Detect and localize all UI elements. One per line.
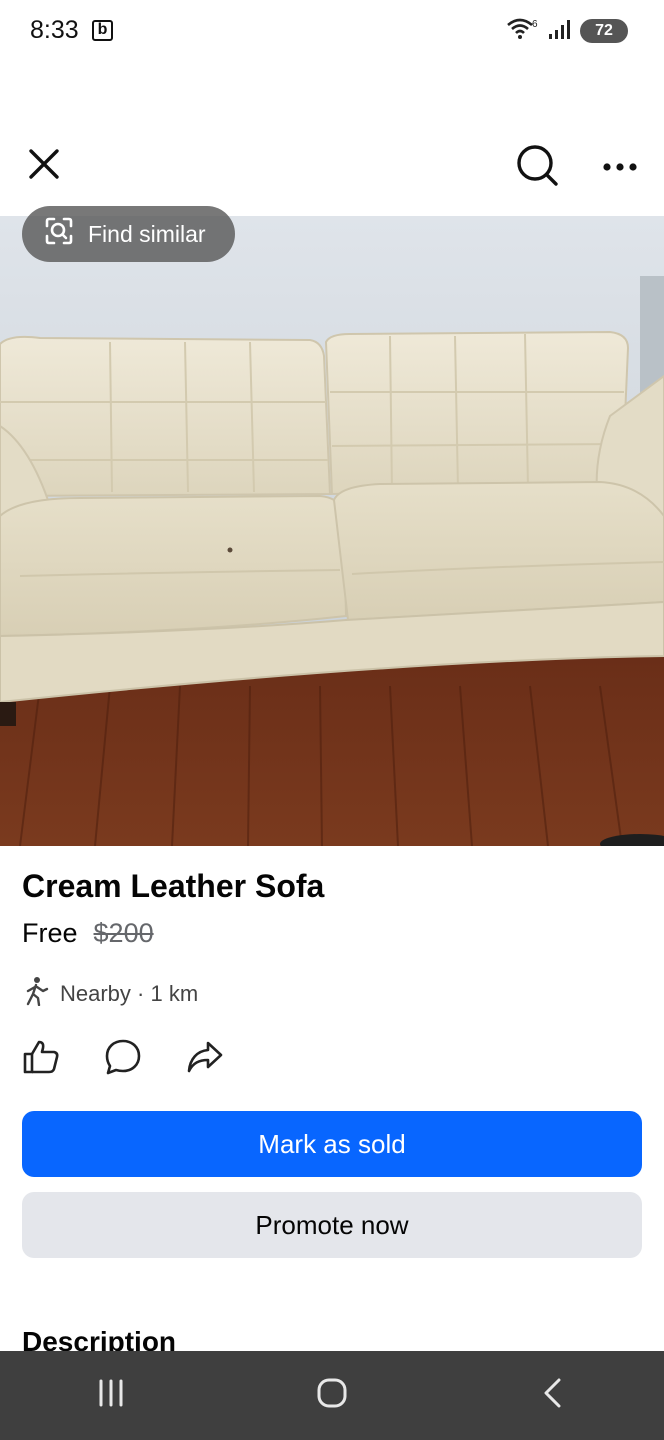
top-bar — [0, 130, 664, 210]
wifi-label: 6 — [532, 19, 538, 30]
close-button[interactable] — [22, 144, 66, 188]
status-bar: 8:33 b 6 72 — [0, 0, 664, 64]
thumbs-up-icon — [22, 1038, 60, 1081]
battery-level: 72 — [595, 22, 613, 39]
visual-search-icon — [44, 216, 74, 252]
price-row: Free $200 — [22, 918, 154, 949]
find-similar-button[interactable]: Find similar — [22, 206, 235, 262]
comment-button[interactable] — [104, 1038, 142, 1081]
home-button[interactable] — [292, 1366, 372, 1426]
listing-title: Cream Leather Sofa — [22, 868, 325, 904]
reaction-actions — [22, 1038, 224, 1081]
wifi-icon: 6 — [506, 17, 540, 46]
home-icon — [316, 1377, 348, 1414]
more-options-button[interactable] — [598, 150, 642, 186]
like-button[interactable] — [22, 1040, 60, 1078]
find-similar-label: Find similar — [88, 220, 206, 247]
original-price: $200 — [93, 918, 154, 948]
share-button[interactable] — [186, 1040, 224, 1078]
mark-as-sold-button[interactable]: Mark as sold — [22, 1111, 642, 1177]
search-icon — [516, 144, 560, 193]
battery-indicator: 72 — [580, 19, 628, 43]
listing-price: Free — [22, 918, 78, 948]
app-notification-icon: b — [92, 20, 113, 41]
share-icon — [186, 1038, 224, 1081]
promote-now-label: Promote now — [255, 1209, 409, 1240]
status-time: 8:33 — [30, 16, 79, 44]
mark-as-sold-label: Mark as sold — [258, 1128, 406, 1159]
signal-icon — [548, 18, 572, 45]
comment-icon — [104, 1038, 142, 1081]
location-row: Nearby · 1 km — [22, 976, 198, 1012]
location-text: Nearby · 1 km — [60, 981, 199, 1006]
close-icon — [27, 147, 61, 186]
back-icon — [541, 1377, 565, 1414]
back-button[interactable] — [513, 1366, 593, 1426]
marketplace-listing-screen: 8:33 b 6 72 Find similar Cream Leather S… — [0, 0, 664, 1440]
more-horizontal-icon — [602, 159, 638, 177]
walking-icon — [22, 976, 50, 1012]
promote-now-button[interactable]: Promote now — [22, 1192, 642, 1258]
recent-apps-icon — [96, 1378, 126, 1413]
status-icons: 6 72 — [506, 18, 628, 44]
listing-photo[interactable] — [0, 216, 664, 846]
search-button[interactable] — [514, 144, 562, 192]
system-nav-bar — [0, 1351, 664, 1440]
recent-apps-button[interactable] — [71, 1366, 151, 1426]
